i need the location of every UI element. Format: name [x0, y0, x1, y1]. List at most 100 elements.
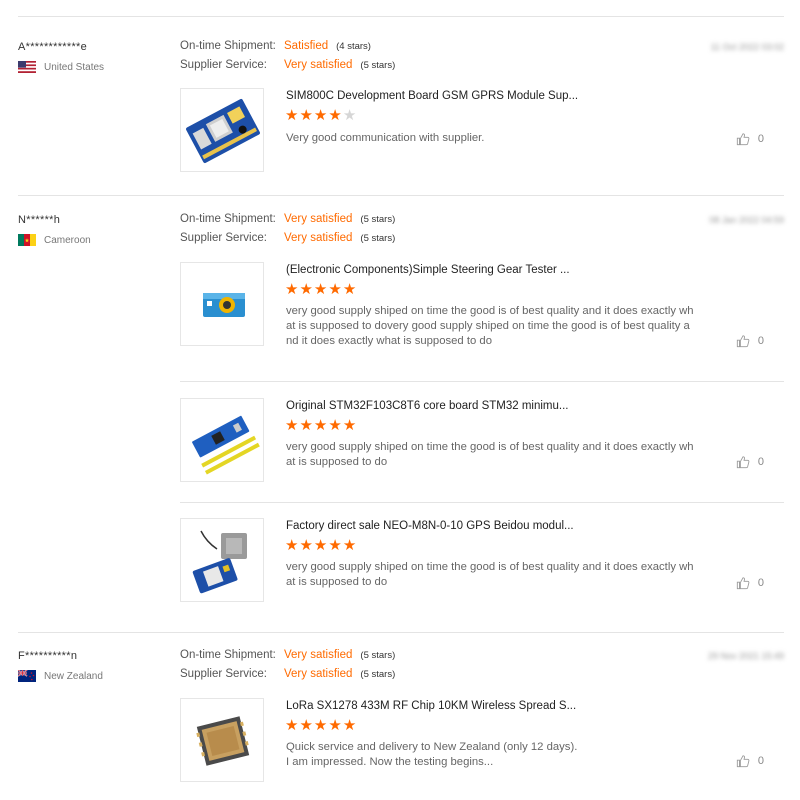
ontime-label: On-time Shipment:: [180, 649, 276, 661]
supplier-rating: Supplier Service: Very satisfied (5 star…: [180, 59, 395, 71]
like-count: 0: [757, 133, 764, 145]
star-filled-icon: ★: [328, 107, 342, 124]
buyer-country: Cameroon: [18, 234, 91, 246]
gps-module-image[interactable]: [180, 518, 264, 602]
review-card: A************e United States 11 Oct 2022…: [0, 0, 800, 196]
product-rating: ★ ★ ★ ★ ★: [285, 108, 356, 123]
thumbs-up-icon: [736, 456, 750, 469]
product-title[interactable]: Factory direct sale NEO-M8N-0-10 GPS Bei…: [286, 520, 574, 532]
ontime-rating: On-time Shipment: Satisfied (4 stars): [180, 40, 371, 52]
buyer-name: N******h: [18, 214, 61, 226]
star-filled-icon: ★: [299, 537, 313, 554]
ontime-value: Satisfied: [284, 40, 329, 52]
ontime-rating: On-time Shipment: Very satisfied (5 star…: [180, 213, 395, 225]
like-count: 0: [757, 755, 764, 767]
ontime-stars-count: (5 stars): [360, 650, 396, 661]
ontime-value: Very satisfied: [284, 649, 353, 661]
star-filled-icon: ★: [342, 417, 357, 434]
like-button[interactable]: 0: [736, 334, 764, 348]
product-item: SIM800C Development Board GSM GPRS Modul…: [180, 88, 784, 172]
like-count: 0: [757, 456, 764, 468]
star-empty-icon: ★: [342, 107, 357, 124]
product-rating: ★ ★ ★ ★ ★: [285, 418, 356, 433]
star-filled-icon: ★: [313, 537, 328, 554]
star-filled-icon: ★: [299, 281, 313, 298]
lora-module-image[interactable]: [180, 698, 264, 782]
review-date: 11 Oct 2022 03:02: [710, 42, 784, 52]
buyer-country: New Zealand: [18, 670, 103, 682]
like-count: 0: [757, 335, 764, 347]
star-filled-icon: ★: [313, 107, 328, 124]
star-filled-icon: ★: [342, 537, 357, 554]
ontime-stars-count: (4 stars): [336, 41, 371, 52]
buyer-country: United States: [18, 61, 104, 73]
review-comment: Quick service and delivery to New Zealan…: [286, 741, 578, 768]
supplier-label: Supplier Service:: [180, 668, 267, 680]
like-count: 0: [757, 577, 764, 589]
gsm-board-image[interactable]: [180, 88, 264, 172]
review-comment: very good supply shiped on time the good…: [286, 561, 694, 588]
thumbs-up-icon: [736, 335, 750, 348]
star-filled-icon: ★: [328, 537, 342, 554]
star-filled-icon: ★: [313, 417, 328, 434]
supplier-label: Supplier Service:: [180, 232, 267, 244]
product-divider: [180, 502, 784, 503]
ontime-value: Very satisfied: [284, 213, 353, 225]
supplier-rating: Supplier Service: Very satisfied (5 star…: [180, 232, 395, 244]
product-rating: ★ ★ ★ ★ ★: [285, 282, 356, 297]
star-filled-icon: ★: [328, 417, 342, 434]
thumbs-up-icon: [736, 133, 750, 146]
star-filled-icon: ★: [328, 281, 342, 298]
star-filled-icon: ★: [285, 537, 299, 554]
cameroon-flag-icon: [18, 234, 36, 246]
product-item: (Electronic Components)Simple Steering G…: [180, 262, 784, 348]
product-title[interactable]: LoRa SX1278 433M RF Chip 10KM Wireless S…: [286, 700, 576, 712]
product-title[interactable]: (Electronic Components)Simple Steering G…: [286, 264, 570, 276]
star-filled-icon: ★: [342, 281, 357, 298]
ontime-rating: On-time Shipment: Very satisfied (5 star…: [180, 649, 395, 661]
review-card: N******h Cameroon 08 Jan 2022 04:59 On-t…: [0, 196, 800, 632]
supplier-value: Very satisfied: [284, 668, 353, 680]
star-filled-icon: ★: [285, 107, 299, 124]
nz-flag-icon: [18, 670, 36, 682]
review-comment: very good supply shiped on time the good…: [286, 305, 694, 347]
review-comment: very good supply shiped on time the good…: [286, 441, 694, 468]
product-rating: ★ ★ ★ ★ ★: [285, 718, 356, 733]
product-title[interactable]: SIM800C Development Board GSM GPRS Modul…: [286, 90, 578, 102]
product-item: Factory direct sale NEO-M8N-0-10 GPS Bei…: [180, 518, 784, 602]
supplier-stars-count: (5 stars): [360, 60, 396, 71]
star-filled-icon: ★: [342, 717, 357, 734]
like-button[interactable]: 0: [736, 576, 764, 590]
star-filled-icon: ★: [328, 717, 342, 734]
buyer-name: F**********n: [18, 650, 78, 662]
supplier-value: Very satisfied: [284, 232, 353, 244]
ontime-stars-count: (5 stars): [360, 214, 396, 225]
like-button[interactable]: 0: [736, 754, 764, 768]
country-name: United States: [44, 61, 105, 73]
star-filled-icon: ★: [299, 717, 313, 734]
star-filled-icon: ★: [299, 107, 313, 124]
thumbs-up-icon: [736, 577, 750, 590]
supplier-stars-count: (5 stars): [360, 669, 396, 680]
star-filled-icon: ★: [285, 417, 299, 434]
review-comment: Very good communication with supplier.: [286, 132, 485, 144]
star-filled-icon: ★: [299, 417, 313, 434]
ontime-label: On-time Shipment:: [180, 40, 276, 52]
thumbs-up-icon: [736, 755, 750, 768]
product-rating: ★ ★ ★ ★ ★: [285, 538, 356, 553]
star-filled-icon: ★: [285, 281, 299, 298]
product-divider: [180, 381, 784, 382]
product-title[interactable]: Original STM32F103C8T6 core board STM32 …: [286, 400, 569, 412]
like-button[interactable]: 0: [736, 455, 764, 469]
product-item: LoRa SX1278 433M RF Chip 10KM Wireless S…: [180, 698, 784, 782]
star-filled-icon: ★: [285, 717, 299, 734]
supplier-stars-count: (5 stars): [360, 233, 396, 244]
stm32-board-image[interactable]: [180, 398, 264, 482]
country-name: New Zealand: [44, 670, 103, 682]
servo-tester-image[interactable]: [180, 262, 264, 346]
supplier-label: Supplier Service:: [180, 59, 267, 71]
star-filled-icon: ★: [313, 717, 328, 734]
like-button[interactable]: 0: [736, 132, 764, 146]
supplier-rating: Supplier Service: Very satisfied (5 star…: [180, 668, 395, 680]
supplier-value: Very satisfied: [284, 59, 353, 71]
